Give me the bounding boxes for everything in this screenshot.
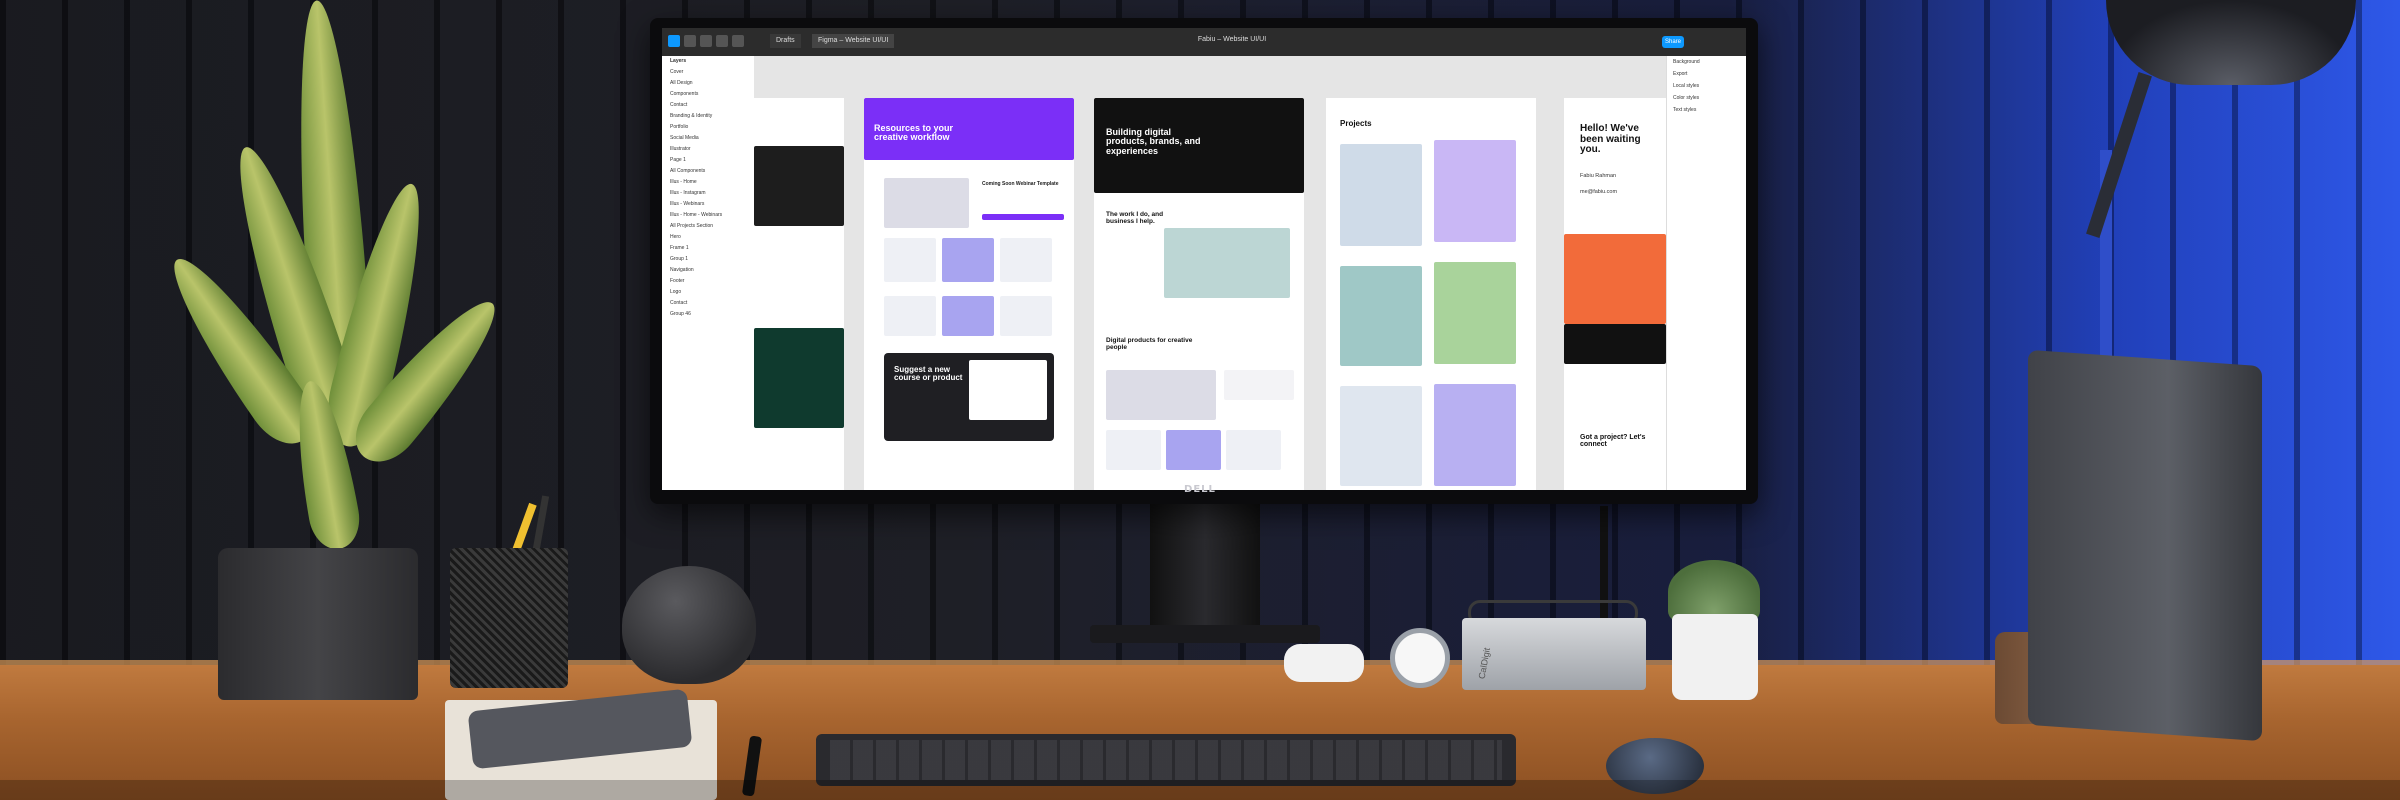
layer-item[interactable]: Components <box>662 89 754 100</box>
product-card <box>1000 296 1052 336</box>
desk-shadow <box>0 780 2400 800</box>
file-title: Fabiu – Website UI/UI <box>1197 36 1267 43</box>
property-item[interactable]: Export <box>1667 68 1746 80</box>
product-card <box>942 238 994 282</box>
layer-item[interactable]: Group 46 <box>662 309 754 320</box>
frame-projects: Projects <box>1326 98 1536 490</box>
layer-item[interactable]: Hero <box>662 232 754 243</box>
share-button[interactable]: Share <box>1662 36 1684 48</box>
frame-resources: Resources to your creative workflow Comi… <box>864 98 1074 490</box>
plant-pot <box>218 548 418 700</box>
property-item[interactable]: Local styles <box>1667 80 1746 92</box>
figma-toolbar: Drafts Figma – Website UI/UI Fabiu – Web… <box>662 28 1746 56</box>
property-item[interactable]: Background <box>1667 56 1746 68</box>
dark-green-block <box>754 328 844 428</box>
work-heading: The work I do, and business I help. <box>1106 211 1164 225</box>
frame-about <box>754 98 844 490</box>
monitor-stand <box>1150 504 1260 634</box>
product-card <box>1226 430 1281 470</box>
layer-item[interactable]: Contact <box>662 298 754 309</box>
work-showcase <box>1164 228 1290 298</box>
product-card <box>942 296 994 336</box>
tab-file[interactable]: Figma – Website UI/UI <box>812 34 895 48</box>
layer-item[interactable]: Navigation <box>662 265 754 276</box>
resources-heading: Resources to your creative workflow <box>874 123 954 143</box>
airpods-case <box>1284 644 1364 682</box>
product-card <box>1000 238 1052 282</box>
product-card <box>884 238 936 282</box>
portrait-image <box>754 146 844 226</box>
layer-item[interactable]: Illus - Instagram <box>662 188 754 199</box>
frame-home: Building digital products, brands, and e… <box>1094 98 1304 490</box>
layer-item[interactable]: Contact <box>662 100 754 111</box>
project-card <box>1340 144 1422 246</box>
project-card <box>1434 262 1516 364</box>
building-heading: Building digital products, brands, and e… <box>1106 127 1201 156</box>
figma-tools <box>668 34 758 50</box>
dark-block <box>1564 324 1666 364</box>
layers-panel: Layers Cover All Design Components Contact B… <box>662 56 755 490</box>
layer-item[interactable]: All Components <box>662 166 754 177</box>
frame-contact: Hello! We've been waiting you. Fabiu Rah… <box>1564 98 1666 490</box>
pen-tool-icon[interactable] <box>716 35 728 47</box>
layer-item[interactable]: Group 1 <box>662 254 754 265</box>
project-card <box>1340 266 1422 366</box>
project-card <box>1434 384 1516 486</box>
layer-item[interactable]: All Projects Section <box>662 221 754 232</box>
contact-name: Fabiu Rahman <box>1580 173 1617 179</box>
tab-drafts[interactable]: Drafts <box>770 34 801 48</box>
monitor-brand-logo: DELL <box>1184 484 1216 495</box>
suggest-heading: Suggest a new course or product <box>894 365 963 383</box>
keyboard-keys <box>830 740 1502 780</box>
layer-item[interactable]: Logo <box>662 287 754 298</box>
shape-tool-icon[interactable] <box>700 35 712 47</box>
text-tool-icon[interactable] <box>732 35 744 47</box>
succulent-pot <box>1672 614 1758 700</box>
move-tool-icon[interactable] <box>668 35 680 47</box>
layer-item[interactable]: Frame 1 <box>662 243 754 254</box>
laptop <box>2028 349 2262 742</box>
suggest-form <box>969 360 1047 420</box>
layer-item[interactable]: Illus - Home - Webinars <box>662 210 754 221</box>
layer-item[interactable]: Illus - Webinars <box>662 199 754 210</box>
layer-item[interactable]: Page 1 <box>662 155 754 166</box>
hello-heading: Hello! We've been waiting you. <box>1580 123 1641 155</box>
product-card <box>884 296 936 336</box>
layer-item[interactable]: Illustrator <box>662 144 754 155</box>
coming-soon-label: Coming Soon Webinar Template <box>982 181 1059 187</box>
contact-email[interactable]: me@fabiu.com <box>1580 189 1660 196</box>
homepod-speaker <box>622 566 756 684</box>
product-card <box>1106 430 1161 470</box>
pencil-cup <box>450 548 568 688</box>
coming-soon-card <box>1224 370 1294 400</box>
product-card <box>1166 430 1221 470</box>
orange-block <box>1564 234 1666 324</box>
layer-item[interactable]: Social Media <box>662 133 754 144</box>
resource-thumb <box>884 178 969 228</box>
got-project-heading: Got a project? Let's connect <box>1580 434 1646 449</box>
layer-item[interactable]: Illus - Home <box>662 177 754 188</box>
properties-panel: Background Export Local styles Color styles… <box>1666 56 1746 490</box>
layers-title: Layers <box>670 58 687 64</box>
property-item[interactable]: Text styles <box>1667 104 1746 116</box>
frame-tool-icon[interactable] <box>684 35 696 47</box>
layer-item[interactable]: Cover <box>662 67 754 78</box>
monitor-stand-base <box>1090 625 1320 643</box>
monitor-screen: Drafts Figma – Website UI/UI Fabiu – Web… <box>662 28 1746 490</box>
layer-item[interactable]: Footer <box>662 276 754 287</box>
project-card <box>1340 386 1422 486</box>
layer-item[interactable]: All Design <box>662 78 754 89</box>
digital-thumb <box>1106 370 1216 420</box>
projects-heading: Projects <box>1340 119 1372 128</box>
layer-item[interactable]: Branding & Identity <box>662 111 754 122</box>
figma-canvas[interactable]: Resources to your creative workflow Comi… <box>754 56 1666 490</box>
property-item[interactable]: Color styles <box>1667 92 1746 104</box>
cta-bar[interactable] <box>982 214 1064 220</box>
digital-heading: Digital products for creative people <box>1106 337 1193 351</box>
layer-item[interactable]: Portfolio <box>662 122 754 133</box>
wristwatch <box>1390 628 1450 688</box>
project-card <box>1434 140 1516 242</box>
